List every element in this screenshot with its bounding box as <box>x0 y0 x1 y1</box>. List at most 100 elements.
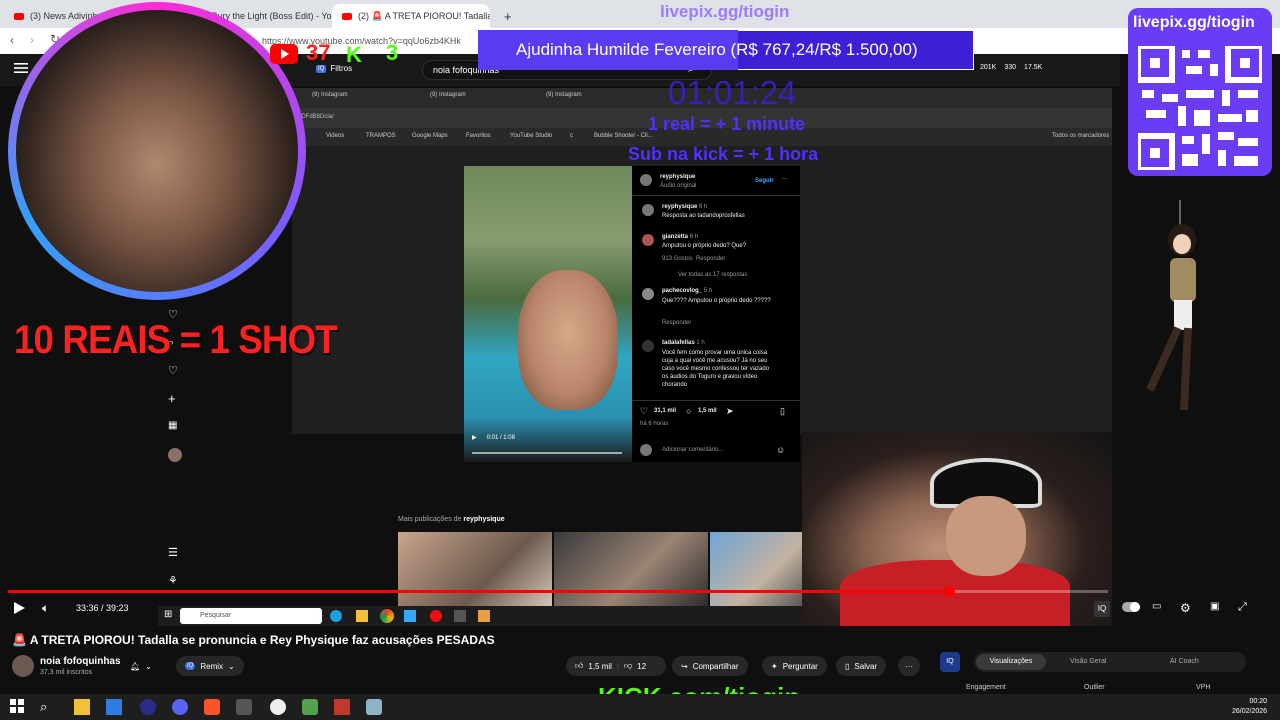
obs-icon[interactable] <box>430 610 442 622</box>
back-icon[interactable]: ‹ <box>10 33 14 47</box>
reply-button[interactable]: Responder <box>696 256 725 262</box>
post-thumbnail[interactable] <box>710 532 802 608</box>
threads-icon[interactable]: ⚘ <box>168 574 182 588</box>
miniplayer-icon[interactable]: ▣ <box>1210 601 1226 617</box>
tab-ai-coach[interactable]: AI Coach <box>1170 658 1199 665</box>
browser-tab-active[interactable]: (2) 🚨 A TRETA PIOROU! Tadalla ✕ <box>332 4 490 28</box>
bookmark-item[interactable]: Bubble Shooter - Cli... <box>594 133 653 139</box>
ask-button[interactable]: ✦ Perguntar <box>762 656 827 676</box>
windows-icon[interactable]: ⊞ <box>164 609 172 620</box>
comment-time: 6 h <box>699 204 708 210</box>
app-icon[interactable] <box>334 699 350 715</box>
more-icon[interactable]: ··· <box>782 176 788 182</box>
captions-icon[interactable]: ▭ <box>1152 601 1168 617</box>
menu-icon[interactable] <box>14 62 30 76</box>
inner-tab[interactable]: (9) Instagram <box>312 92 348 98</box>
inner-search-box[interactable]: Pesquisar <box>180 608 322 624</box>
tab-visualizacoes[interactable]: Visualizações <box>976 654 1046 670</box>
more-actions-button[interactable]: ··· <box>898 656 920 676</box>
app-icon[interactable] <box>366 699 382 715</box>
streamer-webcam <box>8 2 306 300</box>
obs-icon[interactable] <box>270 699 286 715</box>
all-bookmarks[interactable]: Todos os marcadores <box>1052 133 1109 139</box>
avatar[interactable] <box>640 174 652 186</box>
reply-button[interactable]: Responder <box>662 320 691 326</box>
post-thumbnail[interactable] <box>398 532 552 608</box>
create-icon[interactable]: + <box>168 391 182 406</box>
app-icon[interactable] <box>236 699 252 715</box>
emoji-icon[interactable]: ☺ <box>776 445 785 455</box>
clock-time: 00:20 <box>1249 698 1268 705</box>
bookmark-item[interactable]: Favoritos <box>466 133 491 139</box>
iq-icon[interactable]: IQ <box>1094 601 1110 617</box>
brave-icon[interactable] <box>204 699 220 715</box>
edge-icon[interactable] <box>330 610 342 622</box>
bookmark-item[interactable]: Google Maps <box>412 133 448 139</box>
chrome-icon[interactable] <box>380 609 394 623</box>
video-progress[interactable] <box>472 452 622 454</box>
menu-icon[interactable]: ☰ <box>168 546 182 560</box>
post-thumbnail[interactable] <box>554 532 708 608</box>
video-time: 0:01 / 1:08 <box>486 434 515 441</box>
search-icon[interactable]: ⌕ <box>40 699 56 715</box>
app-icon[interactable] <box>478 610 490 622</box>
play-button[interactable] <box>12 601 28 617</box>
thumbs-down-icon[interactable]: 👎︎ <box>624 661 632 671</box>
notification-bell[interactable]: 🔔︎ ⌄ <box>130 656 152 676</box>
bookmark-item[interactable]: Videos <box>326 133 344 139</box>
headphones-icon[interactable] <box>140 699 156 715</box>
share-button[interactable]: ↪ Compartilhar <box>672 656 748 676</box>
app-icon[interactable] <box>302 699 318 715</box>
progress-knob[interactable] <box>943 586 955 597</box>
profile-icon[interactable] <box>168 448 182 462</box>
inner-tab[interactable]: (9) Instagram <box>430 92 466 98</box>
autoplay-toggle[interactable] <box>1122 601 1140 617</box>
player-time: 33:36 / 39:23 <box>76 603 129 613</box>
volume-icon[interactable]: 🔈︎ <box>42 601 58 617</box>
thumbs-up-icon[interactable]: 👍︎ <box>575 661 583 671</box>
vscode-icon[interactable] <box>106 699 122 715</box>
bookmark-item[interactable]: TRAMPOS <box>366 133 396 139</box>
like-count[interactable]: 1,5 mil <box>588 662 612 671</box>
ig-username[interactable]: reyphysique <box>660 174 695 180</box>
discord-icon[interactable] <box>172 699 188 715</box>
anime-character-sticker <box>1120 200 1220 420</box>
new-tab-icon[interactable]: + <box>494 4 514 28</box>
settings-icon[interactable]: ⚙ <box>1180 601 1196 617</box>
forward-icon[interactable]: › <box>30 33 34 47</box>
follow-button[interactable]: Seguir <box>755 178 774 184</box>
view-replies[interactable]: Ver todas as 17 respostas <box>678 272 747 278</box>
heart-icon[interactable]: ♡ <box>640 406 648 417</box>
inner-tab[interactable]: (9) Instagram <box>546 92 582 98</box>
remix-button[interactable]: IQ Remix ⌄ <box>176 656 244 676</box>
system-clock[interactable]: 00:20 26/02/2026 <box>1232 697 1267 717</box>
windows-icon[interactable] <box>10 699 26 715</box>
fullscreen-icon[interactable]: ⤢ <box>1238 601 1254 617</box>
comment-user[interactable]: reyphysique <box>662 204 697 210</box>
folder-icon[interactable] <box>74 699 90 715</box>
photoshop-icon[interactable] <box>404 610 416 622</box>
more-posts-user[interactable]: reyphysique <box>463 516 504 523</box>
play-icon[interactable]: ▶ <box>472 434 477 441</box>
avatar[interactable] <box>12 655 34 677</box>
channel-name[interactable]: noia fofoquinhas <box>40 656 121 667</box>
save-button[interactable]: ▯ Salvar <box>836 656 887 676</box>
tab-label: (2) 🚨 A TRETA PIOROU! Tadalla <box>358 10 490 21</box>
dislike-count[interactable]: 12 <box>637 662 646 671</box>
bookmark-item[interactable]: YouTube Studio <box>510 133 552 139</box>
heart-icon[interactable]: ♡ <box>168 364 182 378</box>
bookmark-icon[interactable]: ▯ <box>780 406 785 417</box>
comment-user[interactable]: pachecovlog_ <box>662 288 702 294</box>
share-icon[interactable]: ➤ <box>726 406 734 417</box>
comment-user[interactable]: tadalafellas <box>662 340 695 346</box>
insights-icon[interactable]: ▦ <box>168 420 182 434</box>
folder-icon[interactable] <box>356 610 368 622</box>
bookmark-item[interactable]: c <box>570 133 573 139</box>
add-comment-input[interactable]: Adicionar comentário... <box>662 447 723 453</box>
app-icon[interactable] <box>454 610 466 622</box>
tab-visao-geral[interactable]: Visão Geral <box>1070 658 1106 665</box>
comment-icon[interactable]: ○ <box>686 406 691 416</box>
inner-url[interactable]: 3DFdB8Dcia/ <box>298 114 334 120</box>
comment-user[interactable]: gianzetta <box>662 234 688 240</box>
ig-audio[interactable]: Áudio original <box>660 183 696 189</box>
